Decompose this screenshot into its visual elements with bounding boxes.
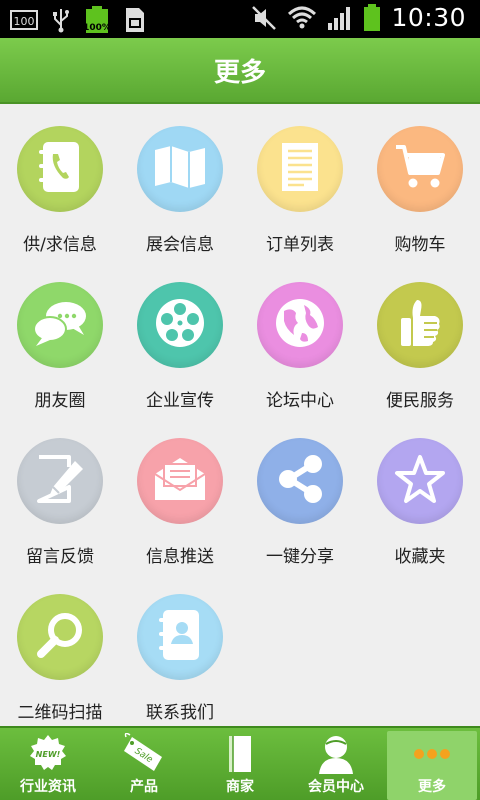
grid-item-promotion[interactable]: 企业宣传 bbox=[120, 260, 240, 416]
grid-item-exhibition[interactable]: 展会信息 bbox=[120, 104, 240, 260]
grid-item-forum[interactable]: 论坛中心 bbox=[240, 260, 360, 416]
edit-note-icon bbox=[35, 453, 85, 509]
wifi-icon bbox=[287, 5, 317, 31]
page-title: 更多 bbox=[213, 58, 266, 88]
grid-item-orders[interactable]: 订单列表 bbox=[240, 104, 360, 260]
grid-item-contact[interactable]: 联系我们 bbox=[120, 572, 240, 728]
grid-item-label: 供/求信息 bbox=[23, 235, 97, 255]
grid-item-services[interactable]: 便民服务 bbox=[360, 260, 480, 416]
grid-item-circle bbox=[257, 282, 343, 368]
grid-item-label: 一键分享 bbox=[266, 547, 334, 567]
grid-item-circle bbox=[137, 594, 223, 680]
grid-item-circle bbox=[17, 126, 103, 212]
film-reel-icon bbox=[154, 297, 206, 353]
user-icon bbox=[288, 734, 384, 774]
grid-item-label: 展会信息 bbox=[146, 235, 214, 255]
grid-item-push[interactable]: 信息推送 bbox=[120, 416, 240, 572]
grid-item-label: 收藏夹 bbox=[394, 547, 446, 567]
tab-products[interactable]: Sale 产品 bbox=[96, 728, 192, 800]
tab-label: 商家 bbox=[226, 779, 254, 795]
grid-item-circle bbox=[257, 438, 343, 524]
tab-label: 行业资讯 bbox=[20, 779, 76, 795]
envelope-icon bbox=[153, 456, 207, 506]
bottom-tab-bar: NEW! 行业资讯 Sale 产品 商家 会员中心 更多 bbox=[0, 726, 480, 800]
sale-tag-icon: Sale bbox=[96, 733, 192, 774]
tab-label: 产品 bbox=[130, 779, 158, 795]
feature-grid: 供/求信息 展会信息 订单列表 购物车 朋友圈 企业宣传 论坛中心 便民服务 留… bbox=[0, 104, 480, 726]
grid-item-circle bbox=[377, 126, 463, 212]
magnifier-icon bbox=[35, 610, 85, 664]
tab-label: 更多 bbox=[418, 779, 446, 795]
book-icon bbox=[192, 734, 288, 774]
shopping-cart-icon bbox=[394, 143, 446, 195]
battery-icon bbox=[363, 3, 381, 32]
clock: 10:30 bbox=[391, 3, 466, 32]
grid-item-circle bbox=[17, 282, 103, 368]
tab-member-center[interactable]: 会员中心 bbox=[288, 728, 384, 800]
grid-item-label: 购物车 bbox=[394, 235, 446, 255]
grid-item-circle bbox=[137, 126, 223, 212]
usb-icon bbox=[52, 7, 70, 33]
grid-item-label: 留言反馈 bbox=[26, 547, 94, 567]
sd-card-icon: 100 bbox=[10, 9, 38, 31]
grid-item-label: 便民服务 bbox=[386, 391, 454, 411]
sim-icon bbox=[124, 7, 146, 33]
tab-merchants[interactable]: 商家 bbox=[192, 728, 288, 800]
grid-item-favorites[interactable]: 收藏夹 bbox=[360, 416, 480, 572]
grid-item-feedback[interactable]: 留言反馈 bbox=[0, 416, 120, 572]
tab-more[interactable]: 更多 bbox=[387, 731, 477, 800]
grid-item-circle bbox=[257, 126, 343, 212]
status-right-icons: 10:30 bbox=[251, 3, 466, 32]
grid-item-moments[interactable]: 朋友圈 bbox=[0, 260, 120, 416]
grid-item-label: 联系我们 bbox=[146, 703, 214, 723]
title-bar: 更多 bbox=[0, 38, 480, 104]
star-icon bbox=[394, 454, 446, 508]
status-bar: 100 100% 10:30 bbox=[0, 0, 480, 38]
tab-label: 会员中心 bbox=[308, 779, 364, 795]
order-list-icon bbox=[280, 141, 320, 197]
grid-item-label: 二维码扫描 bbox=[17, 703, 103, 723]
grid-item-supply-demand[interactable]: 供/求信息 bbox=[0, 104, 120, 260]
battery-full-icon: 100% bbox=[84, 6, 110, 34]
chat-bubbles-icon bbox=[32, 299, 88, 351]
grid-item-label: 论坛中心 bbox=[266, 391, 334, 411]
grid-item-qr-scan[interactable]: 二维码扫描 bbox=[0, 572, 120, 728]
grid-item-circle bbox=[17, 594, 103, 680]
signal-icon bbox=[327, 5, 353, 31]
grid-item-label: 信息推送 bbox=[146, 547, 214, 567]
battery-small-label: 100% bbox=[84, 23, 110, 33]
thumbs-up-icon bbox=[397, 296, 443, 354]
svg-text:100: 100 bbox=[14, 15, 35, 28]
contacts-icon bbox=[157, 608, 203, 666]
grid-item-circle bbox=[137, 438, 223, 524]
status-left-icons: 100 100% bbox=[10, 6, 146, 34]
new-badge-icon: NEW! bbox=[0, 734, 96, 774]
grid-item-label: 订单列表 bbox=[266, 235, 334, 255]
globe-icon bbox=[274, 297, 326, 353]
more-dots-icon bbox=[387, 734, 477, 774]
grid-item-circle bbox=[377, 282, 463, 368]
grid-item-circle bbox=[137, 282, 223, 368]
grid-item-label: 企业宣传 bbox=[146, 391, 214, 411]
muted-icon bbox=[251, 5, 277, 31]
grid-item-circle bbox=[377, 438, 463, 524]
grid-item-label: 朋友圈 bbox=[34, 391, 86, 411]
share-icon bbox=[277, 454, 323, 508]
grid-item-circle bbox=[17, 438, 103, 524]
grid-item-cart[interactable]: 购物车 bbox=[360, 104, 480, 260]
new-badge-text: NEW! bbox=[36, 750, 61, 759]
map-icon bbox=[153, 144, 207, 194]
phone-book-icon bbox=[37, 140, 83, 198]
tab-industry-news[interactable]: NEW! 行业资讯 bbox=[0, 728, 96, 800]
grid-item-share[interactable]: 一键分享 bbox=[240, 416, 360, 572]
